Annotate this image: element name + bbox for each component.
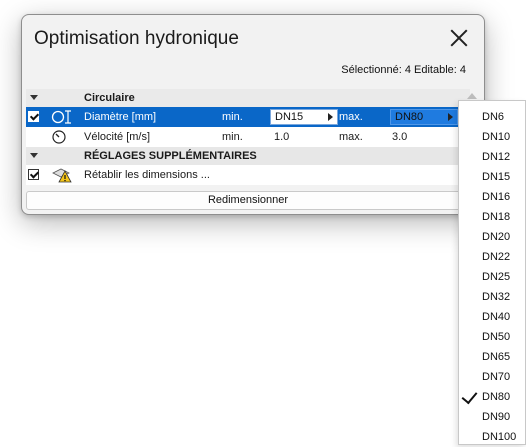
- resize-button[interactable]: Redimensionner: [26, 191, 470, 210]
- diameter-label: Diamètre [mm]: [84, 111, 157, 123]
- row-diameter[interactable]: Diamètre [mm] min. DN15 max. DN80: [26, 107, 470, 127]
- dropdown-option[interactable]: DN25: [459, 267, 525, 287]
- checkmark-icon: [461, 387, 478, 405]
- diameter-min-select[interactable]: DN15: [270, 109, 338, 125]
- dropdown-option[interactable]: DN6: [459, 107, 525, 127]
- dropdown-option-label: DN65: [482, 351, 511, 363]
- dropdown-option-label: DN70: [482, 371, 511, 383]
- dropdown-option-label: DN12: [482, 151, 511, 163]
- dropdown-option[interactable]: DN16: [459, 187, 525, 207]
- velocity-max-value[interactable]: 3.0: [392, 127, 407, 147]
- diameter-max-value: DN80: [395, 111, 424, 123]
- dropdown-option-label: DN40: [482, 311, 511, 323]
- dropdown-option[interactable]: DN65: [459, 347, 525, 367]
- play-arrow-icon: [448, 113, 453, 121]
- group-label: RÉGLAGES SUPPLÉMENTAIRES: [84, 150, 257, 162]
- collapse-triangle-icon[interactable]: [30, 153, 38, 158]
- dropdown-option-label: DN90: [482, 411, 511, 423]
- dropdown-option-label: DN20: [482, 231, 511, 243]
- dn-dropdown-list[interactable]: DN6 DN10 DN12 DN15 DN16 DN18 DN20 DN22 DN25 DN32 D…: [458, 100, 526, 445]
- group-label: Circulaire: [84, 92, 135, 104]
- dropdown-option-label: DN16: [482, 191, 511, 203]
- velocity-min-value[interactable]: 1.0: [274, 127, 289, 147]
- velocity-gauge-icon: [52, 130, 66, 144]
- group-header-extra[interactable]: RÉGLAGES SUPPLÉMENTAIRES: [26, 147, 470, 165]
- dropdown-option-label: DN22: [482, 251, 511, 263]
- warning-icon: [52, 168, 72, 183]
- play-arrow-icon: [328, 113, 333, 121]
- collapse-triangle-icon[interactable]: [30, 95, 38, 100]
- row-velocity[interactable]: Vélocité [m/s] min. 1.0 max. 3.0: [26, 127, 470, 147]
- diameter-max-select[interactable]: DN80: [390, 109, 458, 125]
- dropdown-option-label: DN10: [482, 131, 511, 143]
- diameter-max-label: max.: [339, 111, 363, 123]
- dropdown-option-label: DN32: [482, 291, 511, 303]
- diameter-min-label: min.: [222, 111, 243, 123]
- dropdown-option-label: DN50: [482, 331, 511, 343]
- diameter-min-value: DN15: [275, 111, 304, 123]
- dropdown-option[interactable]: DN50: [459, 327, 525, 347]
- dropdown-option-label: DN80: [482, 391, 511, 403]
- scroll-up-arrow-icon[interactable]: [467, 93, 477, 99]
- dialog-title: Optimisation hydronique: [34, 28, 239, 49]
- dropdown-option[interactable]: DN20: [459, 227, 525, 247]
- dropdown-option[interactable]: DN90: [459, 407, 525, 427]
- dropdown-option[interactable]: DN32: [459, 287, 525, 307]
- dropdown-option[interactable]: DN22: [459, 247, 525, 267]
- velocity-max-label: max.: [339, 131, 363, 143]
- settings-table: Circulaire Diamètre [mm] min. DN15 max. …: [26, 89, 470, 185]
- dropdown-option[interactable]: DN40: [459, 307, 525, 327]
- dropdown-option[interactable]: DN70: [459, 367, 525, 387]
- diameter-checkbox[interactable]: [28, 111, 39, 122]
- selection-info: Sélectionné: 4 Editable: 4: [341, 64, 466, 76]
- hydronic-optimisation-dialog: Optimisation hydronique Sélectionné: 4 E…: [21, 14, 485, 215]
- dropdown-option[interactable]: DN10: [459, 127, 525, 147]
- dropdown-option-label: DN6: [482, 111, 505, 123]
- restore-label: Rétablir les dimensions ...: [84, 169, 210, 181]
- dropdown-option[interactable]: DN15: [459, 167, 525, 187]
- velocity-label: Vélocité [m/s]: [84, 131, 151, 143]
- dropdown-option-label: DN100: [482, 431, 517, 443]
- diameter-icon: [51, 110, 71, 124]
- dropdown-option[interactable]: DN12: [459, 147, 525, 167]
- dropdown-option[interactable]: DN100: [459, 427, 525, 447]
- restore-checkbox[interactable]: [28, 169, 39, 180]
- group-header-circular[interactable]: Circulaire: [26, 89, 470, 107]
- row-restore-dimensions[interactable]: Rétablir les dimensions ...: [26, 165, 470, 185]
- dropdown-option[interactable]: DN18: [459, 207, 525, 227]
- dropdown-option-label: DN18: [482, 211, 511, 223]
- close-icon[interactable]: [448, 27, 470, 49]
- dropdown-option[interactable]: DN80: [459, 387, 525, 407]
- velocity-min-label: min.: [222, 131, 243, 143]
- dropdown-option-label: DN15: [482, 171, 511, 183]
- dropdown-option-label: DN25: [482, 271, 511, 283]
